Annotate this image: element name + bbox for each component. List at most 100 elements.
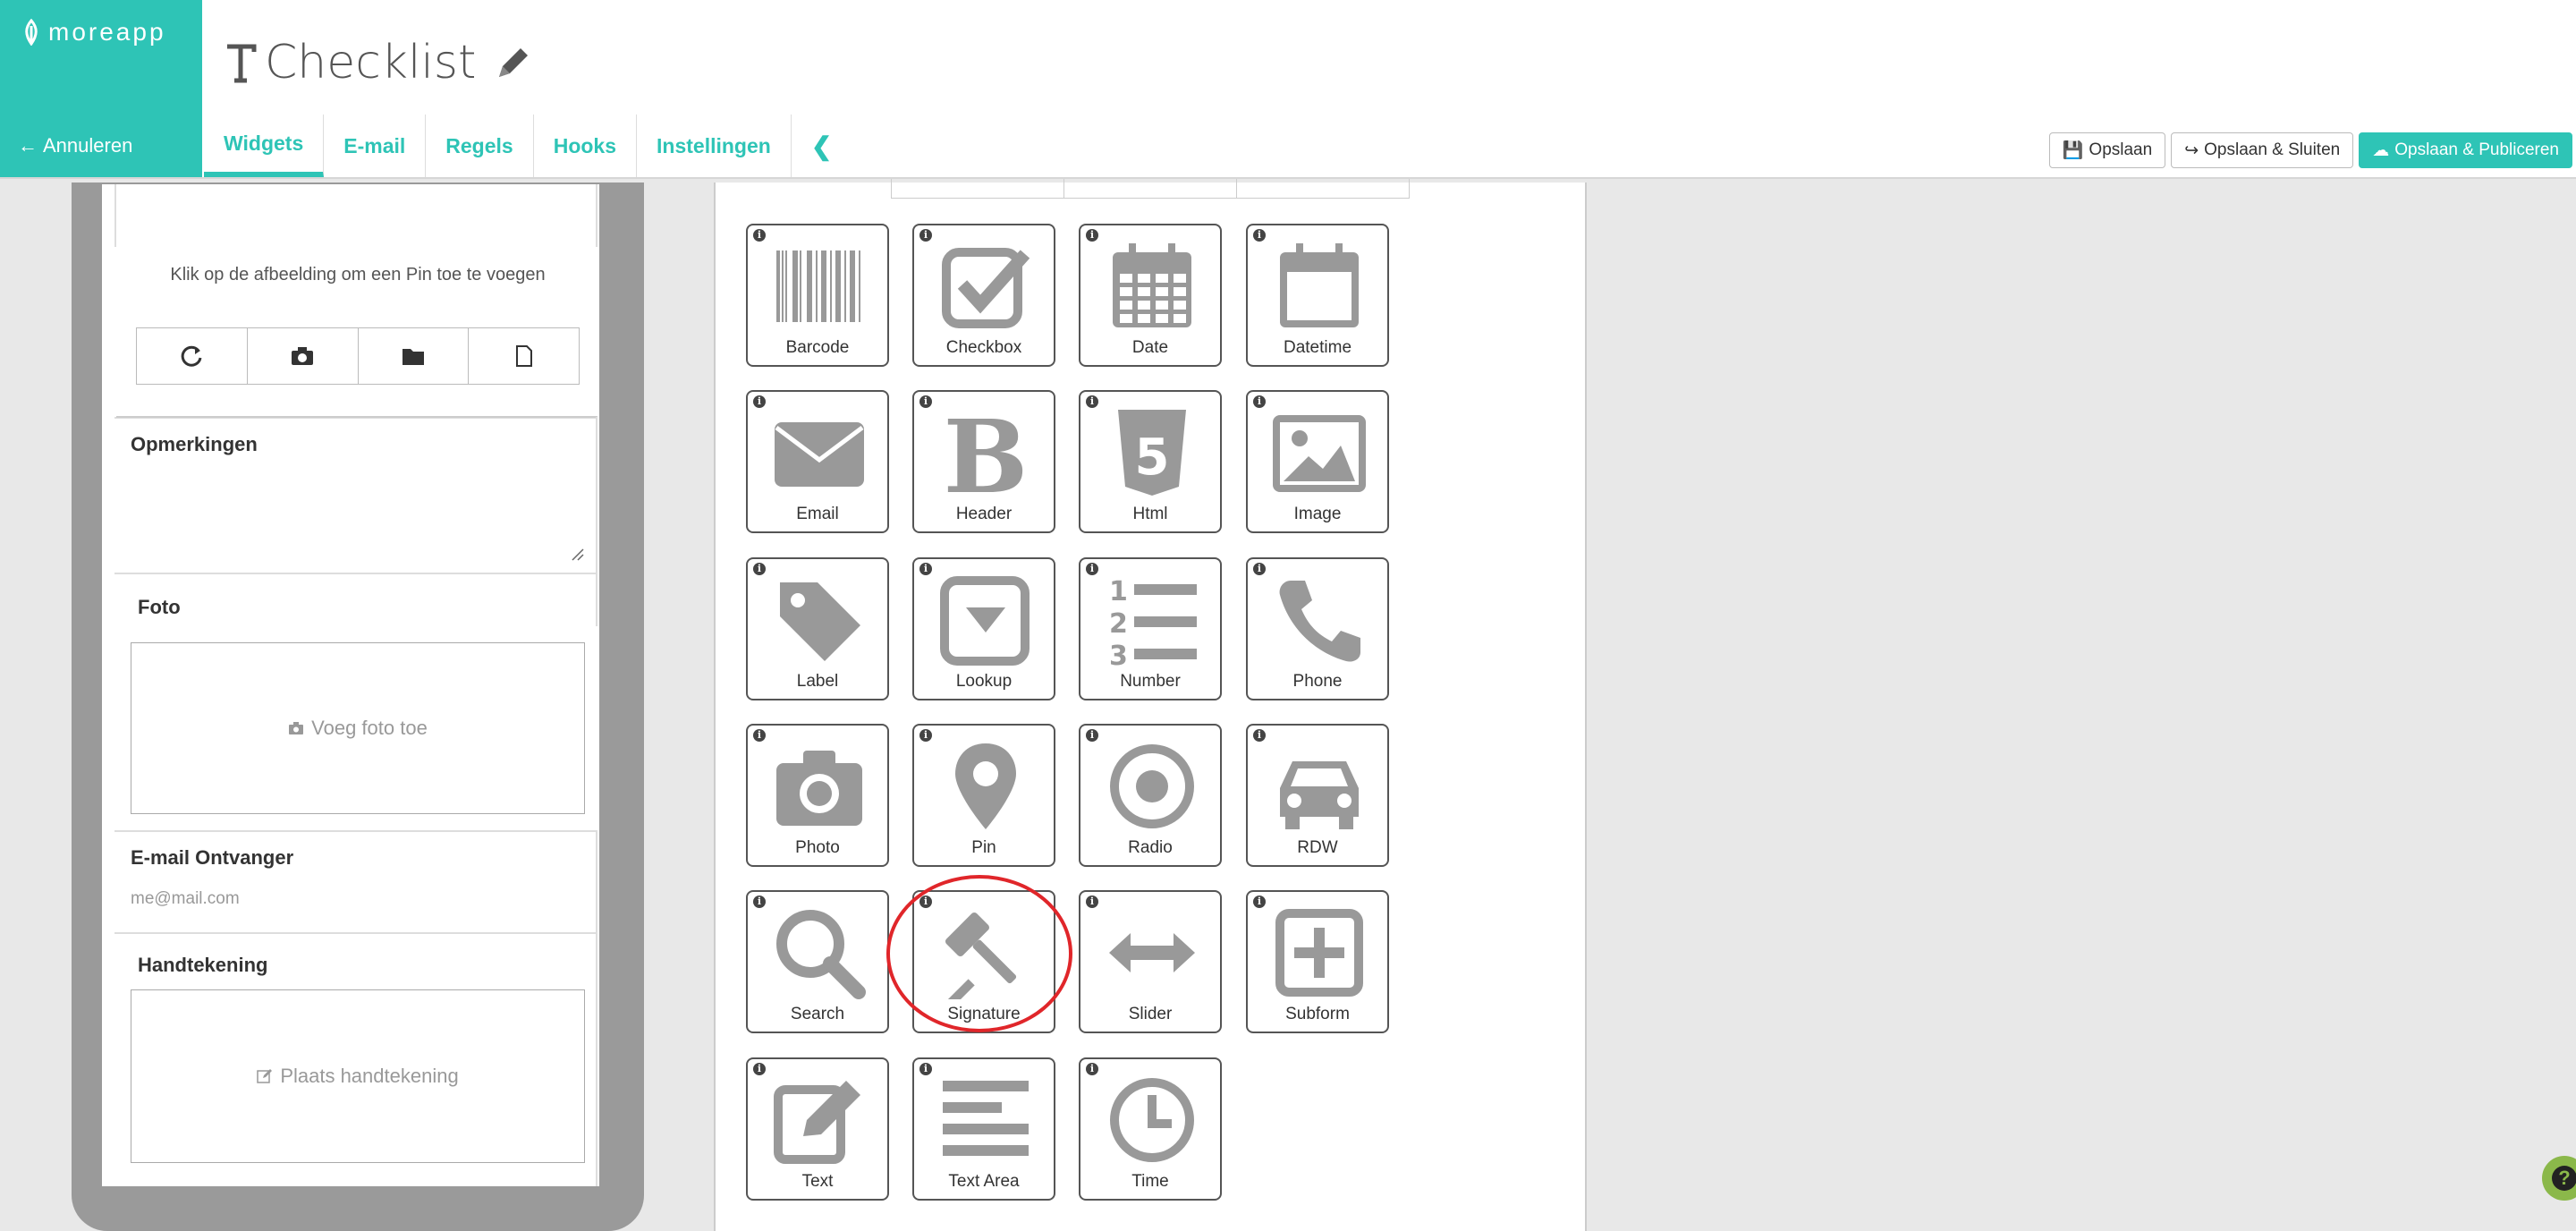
info-icon[interactable]: i <box>1086 563 1098 575</box>
tab-rules[interactable]: Regels <box>426 115 534 177</box>
calendar-icon <box>1113 243 1191 327</box>
info-icon[interactable]: i <box>1253 896 1266 908</box>
email-label: E-mail Ontvanger <box>131 846 294 869</box>
signature-pad[interactable]: Plaats handtekening <box>131 989 585 1163</box>
widget-phone[interactable]: i Phone <box>1246 557 1389 700</box>
widget-radio[interactable]: i Radio <box>1079 724 1222 867</box>
divider <box>596 573 597 626</box>
info-icon[interactable]: i <box>1253 229 1266 242</box>
dropdown-icon <box>940 576 1030 666</box>
tag-icon <box>780 582 860 661</box>
form-title-text[interactable]: Checklist <box>265 36 476 89</box>
widget-photo[interactable]: i Photo <box>746 724 889 867</box>
widget-lookup[interactable]: i Lookup <box>912 557 1055 700</box>
tab-bar: Widgets E-mail Regels Hooks Instellingen… <box>204 115 852 177</box>
info-icon[interactable]: i <box>753 1063 766 1075</box>
field-separator <box>114 932 597 934</box>
svg-text:5: 5 <box>1135 429 1170 487</box>
radio-icon <box>1110 744 1194 828</box>
svg-text:B: B <box>944 406 1029 499</box>
widget-slider[interactable]: i Slider <box>1079 890 1222 1033</box>
widget-label: Header <box>955 505 1013 523</box>
field-separator <box>114 573 597 574</box>
logo: moreapp <box>21 18 166 47</box>
widget-text[interactable]: i Text <box>746 1057 889 1201</box>
collapse-chevron-icon[interactable]: ❮ <box>792 115 852 177</box>
info-icon[interactable]: i <box>1086 729 1098 742</box>
info-icon[interactable]: i <box>919 896 932 908</box>
category-tab[interactable] <box>1237 179 1409 198</box>
widget-time[interactable]: i Time <box>1079 1057 1222 1201</box>
action-buttons: 💾 Opslaan ↪ Opslaan & Sluiten ☁ Opslaan … <box>2048 132 2572 168</box>
info-icon[interactable]: i <box>753 229 766 242</box>
svg-text:1: 1 <box>1109 576 1128 607</box>
remarks-textarea[interactable] <box>116 416 597 573</box>
info-icon[interactable]: i <box>919 563 932 575</box>
widget-text-area[interactable]: i Text Area <box>912 1057 1055 1201</box>
info-icon[interactable]: i <box>1086 395 1098 408</box>
widget-pin[interactable]: i Pin <box>912 724 1055 867</box>
info-icon[interactable]: i <box>1086 1063 1098 1075</box>
info-icon[interactable]: i <box>753 395 766 408</box>
resize-handle-icon[interactable] <box>571 548 585 562</box>
field-separator <box>114 830 597 832</box>
question-icon: ? <box>2552 1166 2576 1191</box>
widget-subform[interactable]: i Subform <box>1246 890 1389 1033</box>
tab-settings[interactable]: Instellingen <box>637 115 792 177</box>
photo-upload-box[interactable]: Voeg foto toe <box>131 642 585 814</box>
widget-email[interactable]: i Email <box>746 390 889 533</box>
cloud-upload-icon: ☁ <box>2372 140 2390 160</box>
widget-html[interactable]: i 5 Html <box>1079 390 1222 533</box>
info-icon[interactable]: i <box>919 729 932 742</box>
info-icon[interactable]: i <box>1253 395 1266 408</box>
pencil-icon[interactable] <box>492 41 535 84</box>
refresh-button[interactable] <box>137 328 248 384</box>
info-icon[interactable]: i <box>1253 729 1266 742</box>
widget-date[interactable]: i Date <box>1079 224 1222 367</box>
widget-header[interactable]: i B Header <box>912 390 1055 533</box>
widget-signature[interactable]: i Signature <box>912 890 1055 1033</box>
info-icon[interactable]: i <box>753 729 766 742</box>
widget-barcode[interactable]: i Barcode <box>746 224 889 367</box>
widget-rdw[interactable]: i RDW <box>1246 724 1389 867</box>
camera-button[interactable] <box>247 328 359 384</box>
plus-square-icon <box>1275 909 1363 997</box>
info-icon[interactable]: i <box>919 229 932 242</box>
info-icon[interactable]: i <box>1253 563 1266 575</box>
widget-label: RDW <box>1297 838 1338 857</box>
help-button[interactable]: ? <box>2542 1156 2576 1201</box>
widget-search[interactable]: i Search <box>746 890 889 1033</box>
tab-email[interactable]: E-mail <box>324 115 427 177</box>
edit-icon <box>774 1081 860 1164</box>
tab-widgets[interactable]: Widgets <box>204 115 325 177</box>
widget-image[interactable]: i Image <box>1246 390 1389 533</box>
widget-label: Time <box>1131 1172 1169 1191</box>
info-icon[interactable]: i <box>1086 896 1098 908</box>
category-tab[interactable] <box>1064 179 1237 198</box>
save-publish-button[interactable]: ☁ Opslaan & Publiceren <box>2359 132 2572 168</box>
cancel-button[interactable]: ← Annuleren <box>18 134 132 157</box>
save-button[interactable]: 💾 Opslaan <box>2048 132 2166 168</box>
photo-placeholder: Voeg foto toe <box>311 717 428 739</box>
widget-label[interactable]: i Label <box>746 557 889 700</box>
category-tab[interactable] <box>892 179 1064 198</box>
file-button[interactable] <box>469 328 579 384</box>
email-field[interactable]: me@mail.com <box>131 889 240 909</box>
folder-button[interactable] <box>358 328 470 384</box>
info-icon[interactable]: i <box>753 563 766 575</box>
ordered-list-icon: 123 <box>1109 576 1197 666</box>
widget-checkbox[interactable]: i Checkbox <box>912 224 1055 367</box>
picture-icon <box>1273 415 1366 492</box>
widget-number[interactable]: i 1 2 3 Number <box>1079 557 1222 700</box>
save-publish-label: Opslaan & Publiceren <box>2394 140 2559 159</box>
info-icon[interactable]: i <box>1086 229 1098 242</box>
html5-icon: 5 <box>1118 410 1186 496</box>
save-close-button[interactable]: ↪ Opslaan & Sluiten <box>2171 132 2354 168</box>
info-icon[interactable]: i <box>919 395 932 408</box>
widget-datetime[interactable]: i Datetime <box>1246 224 1389 367</box>
info-icon[interactable]: i <box>753 896 766 908</box>
arrow-left-icon: ← <box>18 134 38 157</box>
info-icon[interactable]: i <box>919 1063 932 1075</box>
tab-hooks[interactable]: Hooks <box>534 115 638 177</box>
widget-label: Label <box>796 672 839 691</box>
